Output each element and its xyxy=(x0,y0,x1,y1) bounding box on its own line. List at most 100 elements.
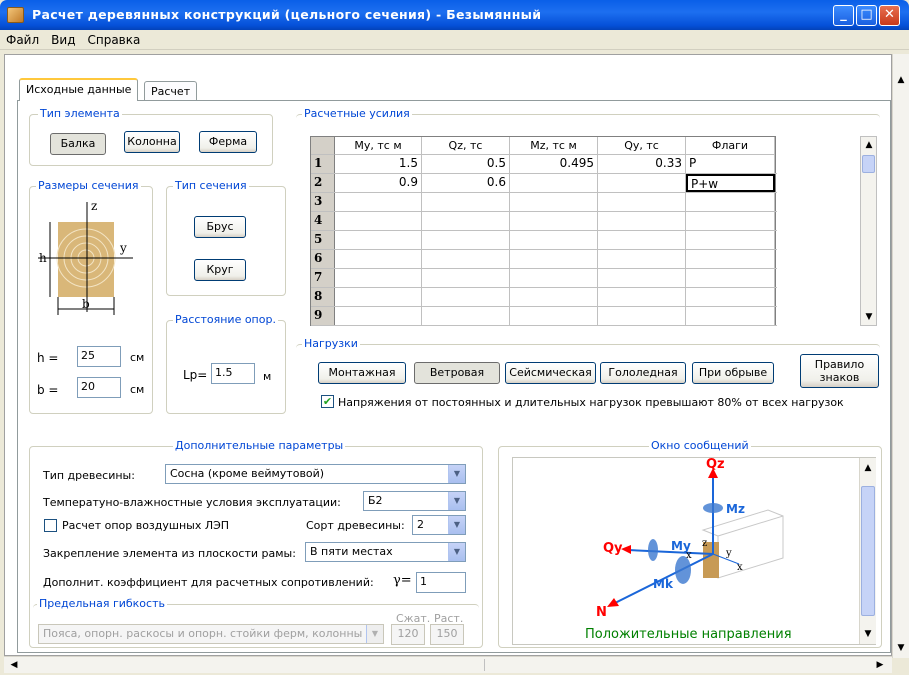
maximize-button[interactable]: □ xyxy=(856,5,877,26)
messages-scrollbar[interactable]: ▲ ▼ xyxy=(859,458,876,644)
forces-table[interactable]: My, тс м Qz, тс Mz, тс м Qy, тс Флаги 11… xyxy=(310,136,777,326)
long-load-checkbox[interactable]: ✔ xyxy=(321,395,334,408)
chevron-down-icon[interactable]: ▼ xyxy=(366,625,383,643)
cell-flags[interactable] xyxy=(686,212,775,230)
table-row[interactable]: 7 xyxy=(311,269,777,288)
cell-qz[interactable] xyxy=(422,288,510,306)
minimize-button[interactable]: _ xyxy=(833,5,854,26)
cell-mz[interactable] xyxy=(510,250,598,268)
menu-help[interactable]: Справка xyxy=(81,30,146,47)
h-input[interactable]: 25 xyxy=(77,346,121,367)
fixing-select[interactable]: В пяти местах ▼ xyxy=(305,542,466,562)
cell-qz[interactable] xyxy=(422,193,510,211)
cell-mz[interactable] xyxy=(510,193,598,211)
cell-mz[interactable]: 0.495 xyxy=(510,155,598,173)
beam-button[interactable]: Балка xyxy=(50,133,106,155)
cell-qz[interactable] xyxy=(422,231,510,249)
wood-type-select[interactable]: Сосна (кроме веймутовой) ▼ xyxy=(165,464,466,484)
table-row[interactable]: 2 0.9 0.6 P+w xyxy=(311,174,777,193)
table-row[interactable]: 1 1.5 0.5 0.495 0.33 P xyxy=(311,155,777,174)
cell-qz[interactable]: 0.6 xyxy=(422,174,510,192)
cell-mz[interactable] xyxy=(510,212,598,230)
cell-qy[interactable]: 0.33 xyxy=(598,155,686,173)
chevron-down-icon[interactable]: ▼ xyxy=(448,492,465,510)
ice-load-button[interactable]: Гололедная xyxy=(600,362,686,384)
flex-select[interactable]: Пояса, опорн. раскосы и опорн. стойки фе… xyxy=(38,624,384,644)
cell-my[interactable] xyxy=(335,193,422,211)
cell-my[interactable] xyxy=(335,212,422,230)
cell-mz[interactable] xyxy=(510,174,598,192)
pole-calc-checkbox[interactable] xyxy=(44,519,57,532)
break-load-button[interactable]: При обрыве xyxy=(692,362,774,384)
lp-input[interactable]: 1.5 xyxy=(211,363,255,384)
column-header-qy[interactable]: Qy, тс xyxy=(598,137,686,155)
column-header-mz[interactable]: Mz, тс м xyxy=(510,137,598,155)
cell-flags[interactable] xyxy=(686,193,775,211)
column-header-my[interactable]: My, тс м xyxy=(335,137,422,155)
cell-my[interactable] xyxy=(335,288,422,306)
cell-flags[interactable]: P+w xyxy=(686,174,775,192)
beam-section-button[interactable]: Брус xyxy=(194,216,246,238)
table-row[interactable]: 6 xyxy=(311,250,777,269)
coef-input[interactable]: 1 xyxy=(416,572,466,593)
cell-flags[interactable]: P xyxy=(686,155,775,173)
cell-my[interactable]: 1.5 xyxy=(335,155,422,173)
cell-mz[interactable] xyxy=(510,269,598,287)
cell-my[interactable]: 0.9 xyxy=(335,174,422,192)
title-bar[interactable]: Расчет деревянных конструкций (цельного … xyxy=(0,0,909,30)
table-scroll-thumb[interactable] xyxy=(862,155,875,173)
cell-my[interactable] xyxy=(335,231,422,249)
compression-input[interactable]: 120 xyxy=(391,624,425,645)
scroll-left-icon[interactable]: ◀ xyxy=(6,657,22,673)
menu-view[interactable]: Вид xyxy=(45,30,81,47)
round-section-button[interactable]: Круг xyxy=(194,259,246,281)
cell-flags[interactable] xyxy=(686,231,775,249)
table-row[interactable]: 9 xyxy=(311,307,777,326)
cell-mz[interactable] xyxy=(510,231,598,249)
cell-flags[interactable] xyxy=(686,307,775,325)
messages-scroll-down-icon[interactable]: ▼ xyxy=(860,626,876,642)
cell-flags[interactable] xyxy=(686,288,775,306)
grade-select[interactable]: 2 ▼ xyxy=(412,515,466,535)
column-button[interactable]: Колонна xyxy=(124,131,180,153)
cell-qz[interactable] xyxy=(422,307,510,325)
scroll-down-icon[interactable]: ▼ xyxy=(893,640,909,656)
table-row[interactable]: 5 xyxy=(311,231,777,250)
tension-input[interactable]: 150 xyxy=(430,624,464,645)
tab-calculation[interactable]: Расчет xyxy=(144,81,198,101)
cell-flags[interactable] xyxy=(686,269,775,287)
cell-qy[interactable] xyxy=(598,174,686,192)
cell-qy[interactable] xyxy=(598,212,686,230)
seismic-load-button[interactable]: Сейсмическая xyxy=(505,362,596,384)
main-horizontal-scrollbar[interactable]: ◀ ▶ xyxy=(4,656,892,673)
chevron-down-icon[interactable]: ▼ xyxy=(448,465,465,483)
table-row[interactable]: 8 xyxy=(311,288,777,307)
scroll-right-icon[interactable]: ▶ xyxy=(872,657,888,673)
cell-qz[interactable] xyxy=(422,250,510,268)
cell-mz[interactable] xyxy=(510,288,598,306)
messages-scroll-thumb[interactable] xyxy=(861,486,875,616)
column-header-flags[interactable]: Флаги xyxy=(686,137,775,155)
tab-input-data[interactable]: Исходные данные xyxy=(19,78,139,101)
chevron-down-icon[interactable]: ▼ xyxy=(448,543,465,561)
b-input[interactable]: 20 xyxy=(77,377,121,398)
column-header-qz[interactable]: Qz, тс xyxy=(422,137,510,155)
cell-my[interactable] xyxy=(335,269,422,287)
sign-rule-button[interactable]: Правило знаков xyxy=(800,354,879,388)
cell-flags[interactable] xyxy=(686,250,775,268)
forces-table-scrollbar[interactable]: ▲ ▼ xyxy=(860,136,877,326)
cell-qy[interactable] xyxy=(598,193,686,211)
cell-qz[interactable] xyxy=(422,212,510,230)
cell-qy[interactable] xyxy=(598,288,686,306)
messages-scroll-up-icon[interactable]: ▲ xyxy=(860,460,876,476)
scroll-up-icon[interactable]: ▲ xyxy=(893,72,909,88)
mounting-load-button[interactable]: Монтажная xyxy=(318,362,406,384)
cell-qy[interactable] xyxy=(598,307,686,325)
wind-load-button[interactable]: Ветровая xyxy=(414,362,500,384)
cell-mz[interactable] xyxy=(510,307,598,325)
close-button[interactable]: ✕ xyxy=(879,5,900,26)
conditions-select[interactable]: Б2 ▼ xyxy=(363,491,466,511)
table-row[interactable]: 3 xyxy=(311,193,777,212)
table-row[interactable]: 4 xyxy=(311,212,777,231)
cell-qy[interactable] xyxy=(598,250,686,268)
